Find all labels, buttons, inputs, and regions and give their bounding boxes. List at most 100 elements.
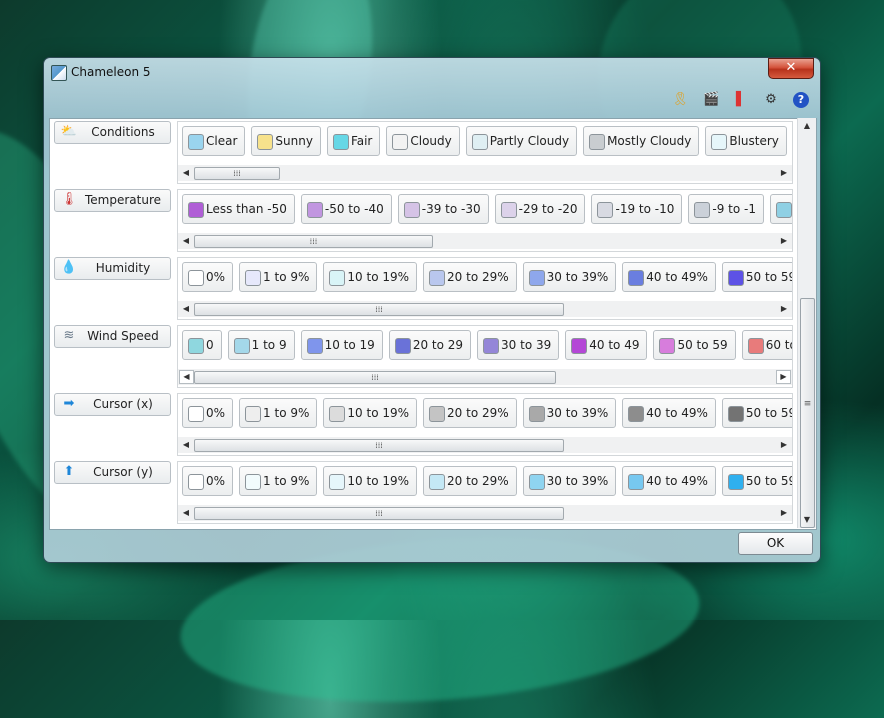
water-drop-icon: 💧	[60, 260, 78, 276]
category-button-humidity[interactable]: 💧Humidity	[54, 257, 171, 280]
horizontal-scrollbar[interactable]: ◀⁞⁞⁞ ▶	[178, 233, 792, 249]
horizontal-scroll-thumb[interactable]: ⁞⁞⁞	[194, 167, 280, 180]
range-chip[interactable]: 40 to 49	[565, 330, 647, 360]
scroll-left-arrow[interactable]: ◀	[178, 233, 194, 249]
range-chip[interactable]: 0	[770, 194, 793, 224]
range-chip[interactable]: Blustery	[705, 126, 787, 156]
horizontal-scrollbar[interactable]: ◀⁞⁞⁞ ▶	[178, 505, 792, 521]
row-temperature: 🌡Temperature Less than -50-50 to -40-39 t…	[50, 187, 800, 255]
range-chip[interactable]: 50 to 59%	[722, 262, 793, 292]
range-chip[interactable]: 20 to 29%	[423, 466, 517, 496]
ok-button[interactable]: OK	[738, 532, 813, 555]
scroll-left-arrow[interactable]: ◀	[178, 437, 194, 453]
range-chip[interactable]: Less than -50	[182, 194, 295, 224]
range-chip[interactable]: 50 to 59%	[722, 398, 793, 428]
range-chip[interactable]: 10 to 19%	[323, 466, 417, 496]
scroll-up-arrow[interactable]: ▲	[798, 118, 816, 134]
scroll-left-arrow[interactable]: ◀	[178, 505, 194, 521]
row-humidity: 💧Humidity 0%1 to 9%10 to 19%20 to 29%30 t…	[50, 255, 800, 323]
range-chip[interactable]: 20 to 29%	[423, 398, 517, 428]
scroll-left-arrow[interactable]: ◀	[178, 301, 194, 317]
horizontal-scrollbar[interactable]: ◀⁞⁞⁞ ▶	[178, 165, 792, 181]
color-swatch	[776, 202, 792, 218]
horizontal-scroll-thumb[interactable]: ⁞⁞⁞	[194, 235, 433, 248]
range-chip[interactable]: 0	[182, 330, 222, 360]
horizontal-scroll-thumb[interactable]: ⁞⁞⁞	[194, 439, 564, 452]
chip-strip-conditions: ClearSunnyFairCloudyPartly CloudyMostly …	[177, 121, 793, 184]
category-button-temperature[interactable]: 🌡Temperature	[54, 189, 171, 212]
range-chip[interactable]: Partly Cloudy	[466, 126, 577, 156]
scroll-right-arrow[interactable]: ▶	[776, 233, 792, 249]
range-chip[interactable]: 40 to 49%	[622, 262, 716, 292]
range-chip[interactable]: 20 to 29%	[423, 262, 517, 292]
scroll-left-arrow[interactable]: ◀	[179, 370, 194, 384]
scroll-left-arrow[interactable]: ◀	[178, 165, 194, 181]
range-chip[interactable]: 50 to 59%	[722, 466, 793, 496]
range-chip[interactable]: -9 to -1	[688, 194, 764, 224]
color-swatch	[329, 406, 345, 422]
scroll-right-arrow[interactable]: ▶	[776, 301, 792, 317]
range-chip[interactable]: -39 to -30	[398, 194, 489, 224]
range-chip[interactable]: 10 to 19%	[323, 398, 417, 428]
scroll-right-arrow[interactable]: ▶	[776, 437, 792, 453]
range-chip[interactable]: 30 to 39	[477, 330, 559, 360]
scroll-right-arrow[interactable]: ▶	[776, 370, 791, 384]
range-chip[interactable]: 1 to 9%	[239, 466, 317, 496]
range-chip[interactable]: 50 to 59	[653, 330, 735, 360]
vertical-scroll-thumb[interactable]: ≡	[800, 298, 815, 528]
range-chip[interactable]: Fair	[327, 126, 380, 156]
range-chip[interactable]: -29 to -20	[495, 194, 586, 224]
horizontal-scrollbar[interactable]: ◀⁞⁞⁞ ▶	[178, 437, 792, 453]
range-chip[interactable]: Clear	[182, 126, 245, 156]
category-label: Cursor (y)	[80, 465, 166, 479]
chip-strip-cursor_y: 0%1 to 9%10 to 19%20 to 29%30 to 39%40 t…	[177, 461, 793, 524]
clapper-icon[interactable]: 🎬	[703, 92, 719, 108]
range-chip[interactable]: -50 to -40	[301, 194, 392, 224]
color-swatch	[429, 270, 445, 286]
color-palette-icon[interactable]: ▌	[733, 92, 749, 108]
range-chip[interactable]: Mostly Cloudy	[583, 126, 699, 156]
chip-list: 0%1 to 9%10 to 19%20 to 29%30 to 39%40 t…	[182, 466, 793, 496]
range-chip[interactable]: Sunny	[251, 126, 321, 156]
gear-icon[interactable]: ⚙	[763, 92, 779, 108]
close-button[interactable]: ✕	[768, 58, 814, 79]
category-label: Temperature	[80, 193, 166, 207]
horizontal-scroll-thumb[interactable]: ⁞⁞⁞	[194, 507, 564, 520]
range-chip[interactable]: 0%	[182, 262, 233, 292]
horizontal-scrollbar[interactable]: ◀⁞⁞⁞ ▶	[178, 369, 792, 385]
range-chip[interactable]: 1 to 9%	[239, 262, 317, 292]
range-chip[interactable]: 0%	[182, 466, 233, 496]
range-chip[interactable]: 1 to 9%	[239, 398, 317, 428]
category-button-cursor_x[interactable]: ➡Cursor (x)	[54, 393, 171, 416]
horizontal-scroll-thumb[interactable]: ⁞⁞⁞	[194, 371, 556, 384]
range-chip[interactable]: 40 to 49%	[622, 398, 716, 428]
range-chip[interactable]: 30 to 39%	[523, 262, 617, 292]
scroll-right-arrow[interactable]: ▶	[776, 505, 792, 521]
color-swatch	[307, 338, 323, 354]
scroll-down-arrow[interactable]: ▼	[798, 512, 816, 528]
range-chip[interactable]: 0%	[182, 398, 233, 428]
category-label: Conditions	[80, 125, 166, 139]
range-chip[interactable]: 10 to 19	[301, 330, 383, 360]
category-button-conditions[interactable]: ⛅Conditions	[54, 121, 171, 144]
vertical-scrollbar[interactable]: ▲ ≡ ▼	[797, 118, 816, 528]
range-chip[interactable]: 30 to 39%	[523, 398, 617, 428]
title-bar[interactable]: Chameleon 5 ✕	[44, 58, 820, 86]
horizontal-scrollbar[interactable]: ◀⁞⁞⁞ ▶	[178, 301, 792, 317]
range-chip[interactable]: 20 to 29	[389, 330, 471, 360]
range-chip[interactable]: 40 to 49%	[622, 466, 716, 496]
range-chip[interactable]: Cloudy	[386, 126, 459, 156]
range-chip[interactable]: -19 to -10	[591, 194, 682, 224]
window-title: Chameleon 5	[71, 65, 151, 79]
category-button-cursor_y[interactable]: ⬆Cursor (y)	[54, 461, 171, 484]
range-chip[interactable]: 10 to 19%	[323, 262, 417, 292]
horizontal-scroll-thumb[interactable]: ⁞⁞⁞	[194, 303, 564, 316]
category-button-wind[interactable]: ≋Wind Speed	[54, 325, 171, 348]
category-label: Cursor (x)	[80, 397, 166, 411]
range-chip[interactable]: 60 to 69	[742, 330, 793, 360]
range-chip[interactable]: 1 to 9	[228, 330, 295, 360]
help-icon[interactable]: ?	[793, 92, 809, 108]
range-chip[interactable]: 30 to 39%	[523, 466, 617, 496]
ribbon-icon[interactable]: 🎗	[672, 92, 688, 108]
scroll-right-arrow[interactable]: ▶	[776, 165, 792, 181]
